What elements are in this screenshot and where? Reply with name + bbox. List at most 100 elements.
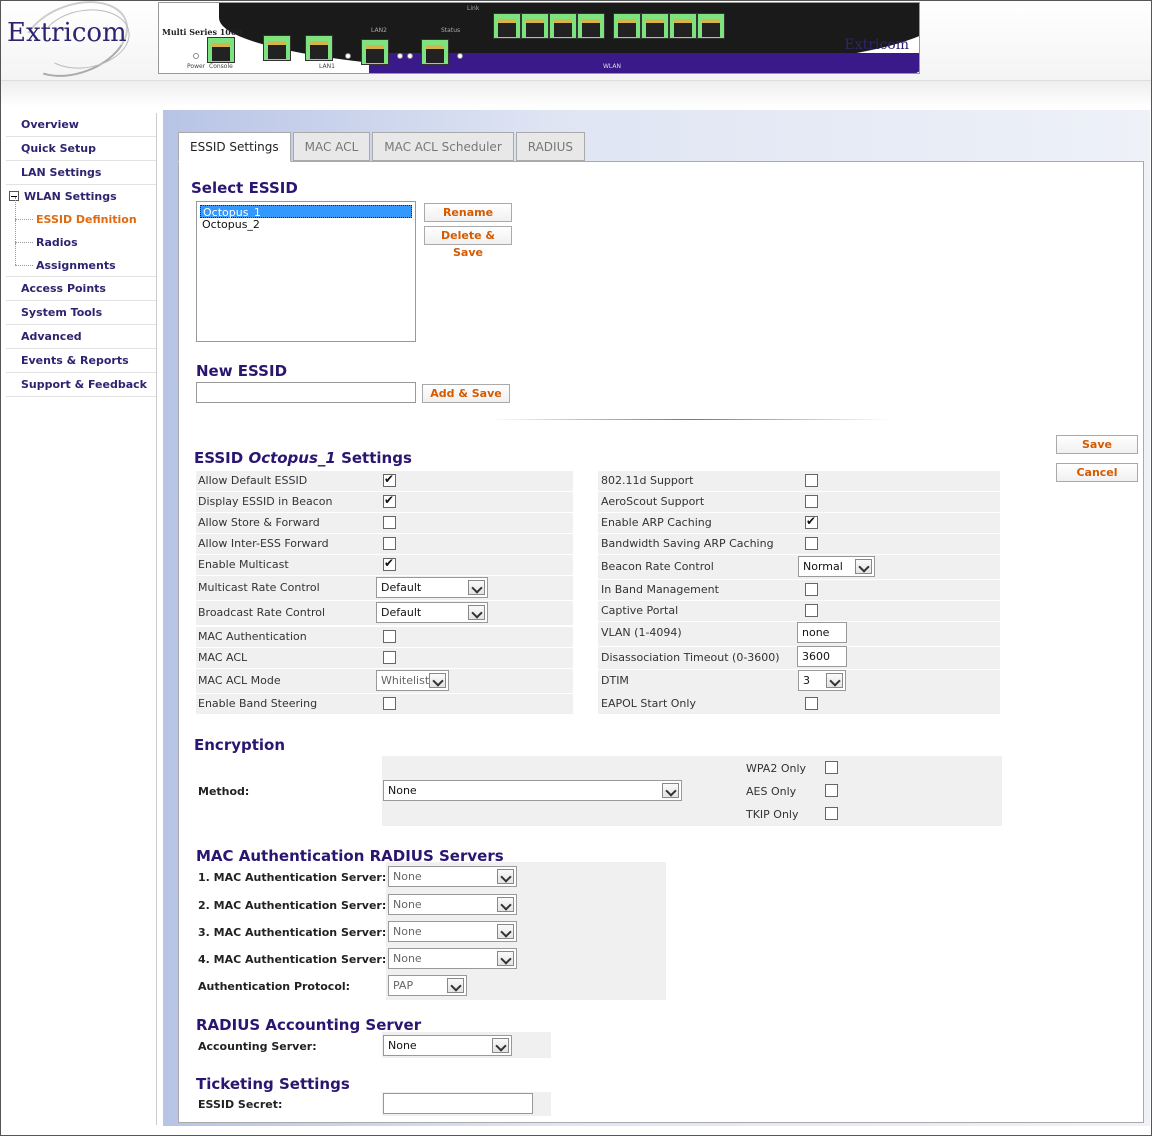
- mac-auth-server-4-select[interactable]: None: [388, 948, 517, 969]
- ticketing-settings-title: Ticketing Settings: [196, 1075, 350, 1093]
- allow-default-essid-label: Allow Default ESSID: [198, 474, 308, 487]
- allow-store-forward-checkbox[interactable]: [383, 516, 396, 529]
- allow-default-essid-checkbox[interactable]: [383, 472, 396, 487]
- chevron-down-icon[interactable]: [855, 559, 872, 574]
- auth-protocol-select[interactable]: PAP: [388, 975, 467, 996]
- accounting-server-select[interactable]: None: [383, 1035, 512, 1056]
- save-button[interactable]: Save: [1056, 435, 1138, 454]
- nav-events-reports[interactable]: Events & Reports: [6, 349, 156, 373]
- delete-save-button[interactable]: Delete & Save: [424, 226, 512, 259]
- encryption-method-select[interactable]: None: [383, 780, 682, 801]
- add-save-button[interactable]: Add & Save: [422, 384, 510, 403]
- lan-port-2: [305, 35, 333, 61]
- chevron-down-icon[interactable]: [497, 869, 514, 884]
- dtim-value: 3: [803, 674, 810, 687]
- mac-auth-server-2-label: 2. MAC Authentication Server:: [198, 899, 387, 912]
- chevron-down-icon[interactable]: [662, 783, 679, 798]
- tab-mac-acl-scheduler[interactable]: MAC ACL Scheduler: [372, 132, 514, 161]
- mac-acl-checkbox[interactable]: [383, 651, 396, 664]
- rename-button[interactable]: Rename: [424, 203, 512, 222]
- chevron-down-icon[interactable]: [429, 673, 446, 688]
- lan-port-3: [361, 39, 389, 65]
- multicast-rate-control-select[interactable]: Default: [376, 577, 488, 598]
- lan2-label: LAN2: [371, 27, 387, 34]
- mac-acl-mode-value: Whitelist: [381, 674, 430, 687]
- essid-settings-title-prefix: ESSID: [194, 449, 249, 467]
- essid-secret-input[interactable]: [383, 1093, 533, 1114]
- enable-band-steering-checkbox[interactable]: [383, 697, 396, 710]
- 80211d-support-checkbox[interactable]: [805, 474, 818, 487]
- select-essid-title: Select ESSID: [191, 179, 298, 197]
- display-essid-beacon-checkbox[interactable]: [383, 493, 396, 508]
- mac-acl-mode-select[interactable]: Whitelist: [376, 670, 449, 691]
- device-front-panel-image: Multi Series 1000 Extricom Power Console…: [158, 2, 920, 74]
- chevron-down-icon[interactable]: [492, 1038, 509, 1053]
- beacon-rate-control-select[interactable]: Normal: [798, 556, 875, 577]
- mac-authentication-checkbox[interactable]: [383, 630, 396, 643]
- tab-radius[interactable]: RADIUS: [515, 132, 585, 161]
- enable-multicast-checkbox[interactable]: [383, 556, 396, 571]
- nav-advanced[interactable]: Advanced: [6, 325, 156, 349]
- allow-store-forward-label: Allow Store & Forward: [198, 516, 320, 529]
- captive-portal-checkbox[interactable]: [805, 604, 818, 617]
- in-band-management-checkbox[interactable]: [805, 583, 818, 596]
- cancel-button[interactable]: Cancel: [1056, 463, 1138, 482]
- nav-radios[interactable]: Radios: [6, 220, 156, 254]
- wlan-port-3: [549, 13, 577, 39]
- wlan-port-5: [613, 13, 641, 39]
- chevron-down-icon[interactable]: [447, 978, 464, 993]
- wpa2-only-checkbox[interactable]: [825, 761, 838, 774]
- nav-support-feedback[interactable]: Support & Feedback: [6, 373, 156, 397]
- link-label: Link: [467, 5, 480, 12]
- mac-acl-label: MAC ACL: [198, 651, 248, 664]
- chevron-down-icon[interactable]: [468, 605, 485, 620]
- wlan-port-4: [577, 13, 605, 39]
- nav-wlan-settings[interactable]: WLAN Settings: [6, 185, 156, 208]
- wlan-port-7: [669, 13, 697, 39]
- nav-overview[interactable]: Overview: [6, 113, 156, 137]
- mac-auth-server-2-select[interactable]: None: [388, 894, 517, 915]
- essid-listbox[interactable]: Octopus_1 Octopus_2: [196, 201, 416, 342]
- mac-authentication-label: MAC Authentication: [198, 630, 307, 643]
- collapse-minus-icon[interactable]: [9, 191, 19, 201]
- broadcast-rate-control-select[interactable]: Default: [376, 602, 488, 623]
- nav-system-tools[interactable]: System Tools: [6, 301, 156, 325]
- disassociation-timeout-input[interactable]: 3600: [797, 646, 847, 667]
- aeroscout-support-checkbox[interactable]: [805, 495, 818, 508]
- beacon-rate-control-label: Beacon Rate Control: [601, 560, 714, 573]
- nav-quick-setup[interactable]: Quick Setup: [6, 137, 156, 161]
- vlan-input[interactable]: none: [797, 622, 847, 643]
- device-purple-band: [369, 53, 919, 73]
- new-essid-input[interactable]: [196, 382, 416, 403]
- nav-essid-definition[interactable]: ESSID Definition: [6, 197, 156, 231]
- chevron-down-icon[interactable]: [497, 951, 514, 966]
- mac-acl-mode-label: MAC ACL Mode: [198, 674, 281, 687]
- allow-inter-ess-forward-label: Allow Inter-ESS Forward: [198, 537, 329, 550]
- chevron-down-icon[interactable]: [497, 924, 514, 939]
- nav-lan-settings[interactable]: LAN Settings: [6, 161, 156, 185]
- auth-protocol-value: PAP: [393, 979, 414, 992]
- chevron-down-icon[interactable]: [826, 673, 843, 688]
- essid-list-item[interactable]: Octopus_2: [200, 218, 412, 231]
- dtim-label: DTIM: [601, 674, 629, 687]
- essid-list-item[interactable]: Octopus_1: [200, 205, 412, 219]
- vlan-label: VLAN (1-4094): [601, 626, 682, 639]
- tab-essid-settings[interactable]: ESSID Settings: [178, 132, 291, 162]
- allow-inter-ess-forward-checkbox[interactable]: [383, 537, 396, 550]
- nav-assignments[interactable]: Assignments: [6, 243, 156, 277]
- dtim-select[interactable]: 3: [798, 670, 846, 691]
- tab-mac-acl[interactable]: MAC ACL: [292, 132, 371, 161]
- mac-auth-server-1-select[interactable]: None: [388, 866, 517, 887]
- eapol-start-only-checkbox[interactable]: [805, 697, 818, 710]
- chevron-down-icon[interactable]: [497, 897, 514, 912]
- enable-arp-caching-checkbox[interactable]: [805, 514, 818, 529]
- nav-access-points[interactable]: Access Points: [6, 277, 156, 301]
- nav-separator: [156, 113, 157, 1125]
- display-essid-beacon-label: Display ESSID in Beacon: [198, 495, 333, 508]
- chevron-down-icon[interactable]: [468, 580, 485, 595]
- mac-auth-server-3-select[interactable]: None: [388, 921, 517, 942]
- tkip-only-checkbox[interactable]: [825, 807, 838, 820]
- encryption-title: Encryption: [194, 736, 286, 754]
- aes-only-checkbox[interactable]: [825, 784, 838, 797]
- bandwidth-saving-arp-checkbox[interactable]: [805, 537, 818, 550]
